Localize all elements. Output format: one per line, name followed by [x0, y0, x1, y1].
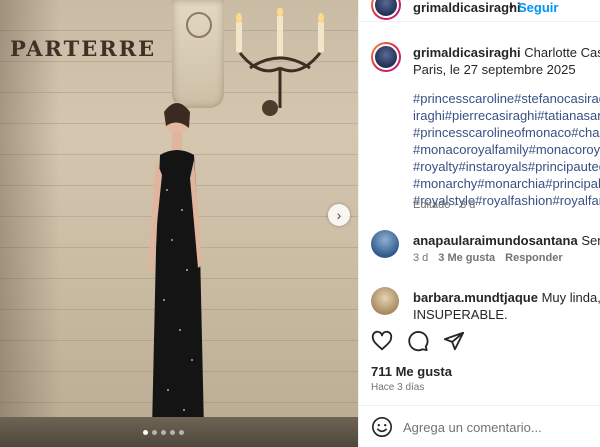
chevron-right-icon: › [336, 207, 342, 223]
carousel-dots [143, 430, 184, 435]
add-comment-bar [359, 405, 600, 447]
post-actions [371, 330, 465, 352]
carousel-dot [152, 430, 157, 435]
comment-meta: 3 d 3 Me gusta Responder [413, 252, 563, 264]
carousel-dot [170, 430, 175, 435]
caption-body: Charlotte Casiragh [524, 45, 600, 60]
caption-username[interactable]: grimaldicasiraghi [413, 45, 521, 60]
heart-icon[interactable] [371, 330, 393, 352]
carousel-dot [179, 430, 184, 435]
carousel-dot [143, 430, 148, 435]
hashtag-line[interactable]: iraghi#pierrecasiraghi#tatianasantod [413, 107, 600, 124]
wall-shadow [0, 0, 60, 447]
caption-avatar[interactable] [371, 42, 401, 72]
post-header: grimaldicasiraghi • Seguir [359, 0, 600, 22]
share-icon[interactable] [443, 330, 465, 352]
emoji-icon[interactable] [371, 416, 393, 438]
comment-input[interactable] [403, 417, 593, 437]
follow-button[interactable]: Seguir [518, 0, 558, 15]
commenter-username[interactable]: barbara.mundtjaque [413, 290, 538, 305]
comment-time: 3 d [413, 252, 429, 264]
hashtags: #princesscaroline#stefanocasiraghi#a ira… [413, 90, 600, 209]
post-time: Hace 3 días [371, 382, 425, 393]
separator-dot: • [509, 0, 514, 14]
post-sidebar: grimaldicasiraghi • Seguir grimaldicasir… [358, 0, 600, 447]
hashtag-line[interactable]: #princesscaroline#stefanocasiraghi#a [413, 90, 600, 107]
author-username[interactable]: grimaldicasiraghi [413, 0, 521, 15]
hashtag-line[interactable]: #royalty#instaroyals#principautedem [413, 158, 600, 175]
hashtag-line[interactable]: #monacoroyalfamily#monacoroyals# [413, 141, 600, 158]
wall-ornament [172, 0, 224, 108]
hashtag-line[interactable]: #princesscarolineofmonaco#chanel # [413, 124, 600, 141]
post-photo[interactable]: PARTERRE › [0, 0, 358, 447]
carousel-dot [161, 430, 166, 435]
hashtag-line[interactable]: #monarchy#monarchia#principalityc [413, 175, 600, 192]
next-photo-button[interactable]: › [328, 204, 350, 226]
caption-text: grimaldicasiraghi Charlotte Casiragh [413, 44, 600, 61]
author-avatar[interactable] [371, 0, 401, 20]
comment-icon[interactable] [407, 330, 429, 352]
likes-count[interactable]: 711 Me gusta [371, 364, 452, 379]
comment-likes[interactable]: 3 Me gusta [438, 252, 495, 264]
parterre-sign: PARTERRE [10, 36, 157, 61]
commenter-username[interactable]: anapaularaimundosantana [413, 233, 578, 248]
caption-place-date: Paris, le 27 septembre 2025 [413, 62, 576, 77]
reply-button[interactable]: Responder [505, 252, 562, 264]
comment-body-line2: INSUPERABLE. [413, 307, 508, 322]
woman-in-dress [148, 102, 204, 430]
comment-text: barbara.mundtjaque Muy linda,pero INSUPE… [413, 289, 600, 323]
commenter-avatar[interactable] [371, 287, 399, 315]
comment-body: Muy linda,pero [541, 290, 600, 305]
commenter-avatar[interactable] [371, 230, 399, 258]
comment-body: Sempre l [581, 233, 600, 248]
candle-sconce [236, 8, 324, 116]
comment-text: anapaularaimundosantana Sempre l [413, 232, 600, 249]
edited-label: Editado · 3 d [413, 199, 476, 211]
